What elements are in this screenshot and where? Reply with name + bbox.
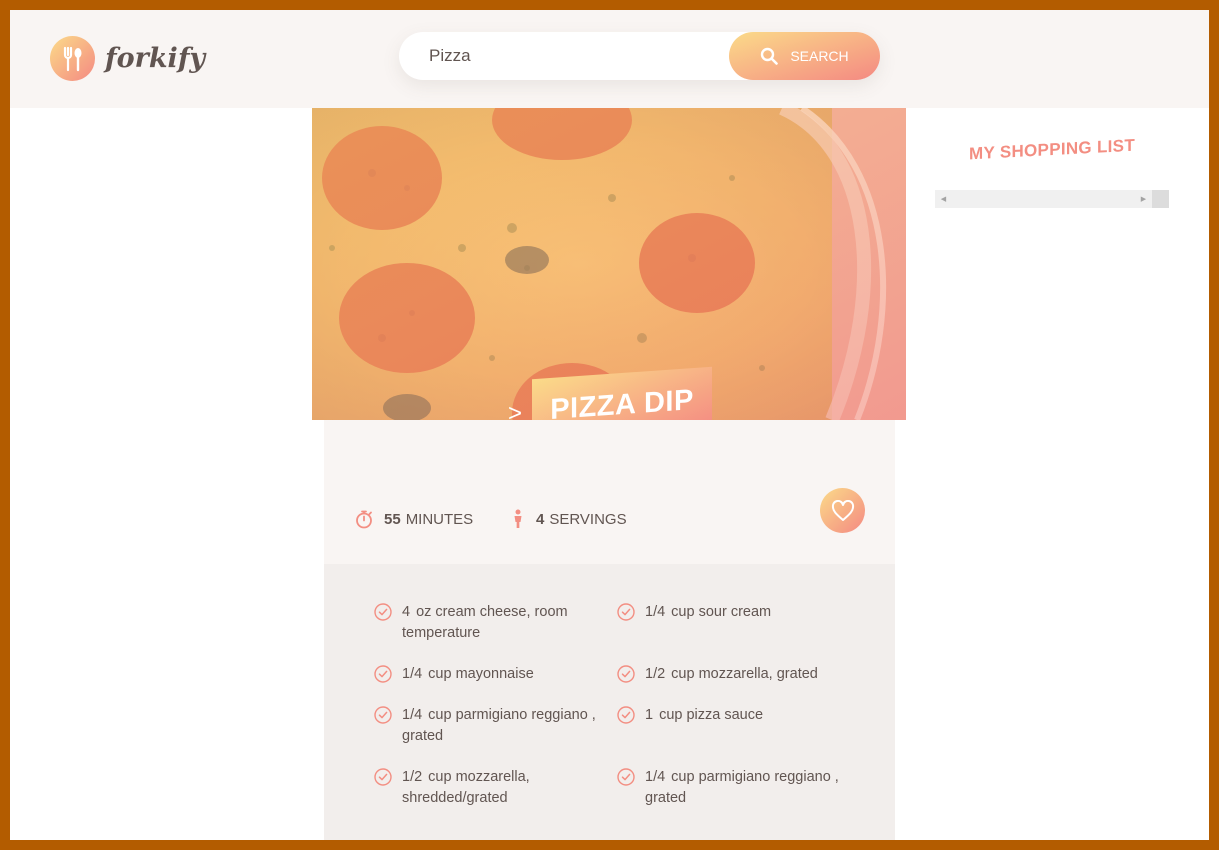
ingredient-count: 1/4 [402, 707, 423, 723]
scroll-right-arrow-icon[interactable]: ▶ [1135, 190, 1152, 208]
header: forkify SEARCH [10, 10, 1209, 108]
ingredient-description: cup mozzarella, grated [671, 666, 818, 682]
ingredient-count: 1/2 [402, 769, 423, 785]
ingredient-count: 1 [645, 707, 654, 723]
check-circle-icon [374, 768, 392, 786]
cook-time-unit: MINUTES [405, 510, 474, 528]
person-icon [514, 509, 522, 528]
recipe-panel: > PIZZA DIP 55 MINUTES 4 SERVINGS 4 oz c… [312, 108, 906, 840]
ingredient-item: 1/4 cup parmigiano reggiano , grated [617, 767, 854, 809]
ingredient-item: 4 oz cream cheese, room temperature [374, 602, 617, 644]
cook-time-value: 55 [384, 510, 401, 528]
title-arrow: > [508, 400, 523, 420]
check-circle-icon [617, 665, 635, 683]
ingredient-description: cup parmigiano reggiano , grated [402, 707, 596, 744]
search-button[interactable]: SEARCH [729, 32, 880, 80]
recipe-image: > PIZZA DIP [312, 108, 906, 420]
servings-unit: SERVINGS [549, 510, 627, 528]
ingredient-text: 1/2 cup mozzarella, grated [645, 664, 818, 685]
shopping-list-title: MY SHOPPING LIST [969, 135, 1136, 164]
ingredient-item: 1/4 cup parmigiano reggiano , grated [374, 705, 617, 747]
ingredient-text: 1 cup pizza sauce [645, 705, 763, 726]
recipe-ingredients: 4 oz cream cheese, room temperature 1/4 cup… [324, 564, 895, 840]
search-input[interactable] [429, 32, 719, 80]
recipe-info-servings: 4 SERVINGS [510, 509, 627, 529]
ingredient-item: 1/4 cup mayonnaise [374, 664, 617, 685]
check-circle-icon [617, 768, 635, 786]
ingredient-text: 1/2 cup mozzarella, shredded/grated [402, 767, 617, 809]
fork-spoon-icon [50, 36, 95, 81]
ingredient-item: 1/2 cup mozzarella, shredded/grated [374, 767, 617, 809]
ingredient-count: 1/4 [402, 666, 423, 682]
ingredient-count: 1/4 [645, 769, 666, 785]
ingredient-item: 1/4 cup sour cream [617, 602, 854, 644]
check-circle-icon [374, 665, 392, 683]
check-circle-icon [374, 603, 392, 621]
heart-icon [831, 499, 854, 521]
recipe-details: 55 MINUTES 4 SERVINGS [324, 420, 895, 564]
servings-value: 4 [536, 510, 545, 528]
ingredient-description: cup sour cream [671, 604, 772, 620]
horizontal-scrollbar[interactable]: ◀ ▶ [935, 190, 1169, 208]
recipe-title-text: PIZZA DIP [550, 383, 694, 420]
ingredient-description: cup parmigiano reggiano , grated [645, 769, 839, 806]
ingredient-text: 1/4 cup parmigiano reggiano , grated [402, 705, 617, 747]
search-icon [761, 47, 779, 65]
ingredient-text: 1/4 cup mayonnaise [402, 664, 534, 685]
ingredient-description: cup mayonnaise [428, 666, 534, 682]
ingredient-description: cup pizza sauce [659, 707, 764, 723]
check-circle-icon [374, 706, 392, 724]
ingredient-description: oz cream cheese, room temperature [402, 604, 568, 641]
ingredient-text: 1/4 cup parmigiano reggiano , grated [645, 767, 854, 809]
app-window: forkify SEARCH [10, 10, 1209, 840]
recipe-info-time: 55 MINUTES [354, 509, 473, 529]
search-button-label: SEARCH [790, 48, 849, 64]
like-button[interactable] [820, 488, 865, 533]
logo[interactable]: forkify [50, 36, 205, 81]
check-circle-icon [617, 706, 635, 724]
search-form: SEARCH [399, 32, 880, 80]
ingredient-count: 1/4 [645, 604, 666, 620]
stopwatch-icon [356, 510, 372, 529]
ingredient-count: 4 [402, 604, 411, 620]
check-circle-icon [617, 603, 635, 621]
ingredient-text: 4 oz cream cheese, room temperature [402, 602, 617, 644]
ingredient-list: 4 oz cream cheese, room temperature 1/4 cup… [374, 602, 854, 809]
ingredient-item: 1 cup pizza sauce [617, 705, 854, 747]
logo-text: forkify [105, 43, 206, 74]
ingredient-count: 1/2 [645, 666, 666, 682]
scrollbar-corner [1152, 190, 1169, 208]
scroll-left-arrow-icon[interactable]: ◀ [935, 190, 952, 208]
ingredient-text: 1/4 cup sour cream [645, 602, 771, 623]
ingredient-item: 1/2 cup mozzarella, grated [617, 664, 854, 685]
